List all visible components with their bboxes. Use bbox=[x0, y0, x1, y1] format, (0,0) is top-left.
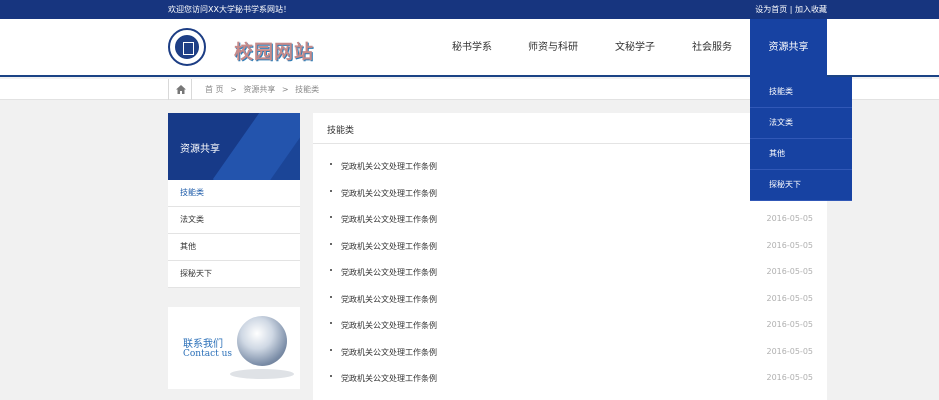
bullet-icon bbox=[330, 163, 332, 165]
contact-us-banner[interactable]: 联系我们 Contact us bbox=[168, 307, 300, 389]
article-date: 2016-05-05 bbox=[766, 373, 814, 382]
article-date: 2016-05-05 bbox=[766, 267, 814, 276]
resources-dropdown: 技能类 法文类 其他 探秘天下 bbox=[750, 77, 852, 201]
bullet-icon bbox=[330, 295, 332, 298]
article-row[interactable]: 党政机关公文处理工作条例 2016-05-05 bbox=[313, 365, 827, 392]
article-row[interactable]: 党政机关公文处理工作条例 2016-05-05 bbox=[313, 233, 827, 260]
breadcrumb-resources[interactable]: 资源共享 bbox=[243, 85, 275, 94]
article-date: 2016-05-05 bbox=[766, 214, 814, 223]
top-bar: 欢迎您访问XX大学秘书学系网站！ 设为首页 | 加入收藏 bbox=[0, 0, 939, 19]
article-date: 2016-05-05 bbox=[766, 346, 814, 356]
article-title[interactable]: 党政机关公文处理工作条例 bbox=[341, 320, 437, 331]
article-row[interactable]: 党政机关公文处理工作条例 2016-05-05 bbox=[313, 339, 827, 366]
nav-item-faculty-research[interactable]: 师资与科研 bbox=[521, 19, 585, 77]
home-icon bbox=[176, 85, 186, 94]
article-date: 2016-05-05 bbox=[766, 320, 814, 329]
dropdown-item-legal[interactable]: 法文类 bbox=[750, 108, 852, 139]
sidebar-item-skills[interactable]: 技能类 bbox=[168, 180, 300, 207]
nav-item-secretary-dept[interactable]: 秘书学系 bbox=[444, 19, 500, 77]
nav-item-resources[interactable]: 资源共享 bbox=[750, 19, 827, 77]
breadcrumb-separator: > bbox=[230, 85, 237, 94]
breadcrumb: 首 页 > 资源共享 > 技能类 bbox=[205, 84, 323, 95]
nav-item-students[interactable]: 文秘学子 bbox=[607, 19, 663, 77]
panel-title: 技能类 bbox=[327, 126, 355, 136]
sidebar-item-other[interactable]: 其他 bbox=[168, 234, 300, 261]
breadcrumb-home[interactable]: 首 页 bbox=[205, 85, 224, 94]
sidebar-header: 资源共享 bbox=[168, 113, 300, 180]
contact-us-en: Contact us bbox=[183, 349, 233, 359]
main-nav: 秘书学系 师资与科研 文秘学子 社会服务 资源共享 bbox=[0, 19, 939, 77]
article-row[interactable]: 党政机关公文处理工作条例 2016-05-05 bbox=[313, 259, 827, 286]
dropdown-item-skills[interactable]: 技能类 bbox=[750, 77, 852, 108]
article-title[interactable]: 党政机关公文处理工作条例 bbox=[341, 294, 437, 305]
breadcrumb-separator: > bbox=[281, 85, 289, 94]
bullet-icon bbox=[330, 375, 332, 377]
bullet-icon bbox=[330, 242, 332, 245]
contact-us-cn: 联系我们 bbox=[183, 339, 223, 350]
article-row[interactable]: 党政机关公文处理工作条例 2016-05-05 bbox=[313, 286, 827, 313]
bullet-icon bbox=[330, 322, 332, 324]
globe-shadow bbox=[230, 369, 294, 379]
article-date: 2016-05-05 bbox=[766, 293, 814, 303]
article-title[interactable]: 党政机关公文处理工作条例 bbox=[341, 161, 437, 172]
article-row[interactable]: 党政机关公文处理工作条例 2016-05-05 bbox=[313, 312, 827, 339]
article-title[interactable]: 党政机关公文处理工作条例 bbox=[341, 188, 437, 199]
sidebar-menu: 技能类 法文类 其他 探秘天下 bbox=[168, 180, 300, 288]
sidebar-item-explore[interactable]: 探秘天下 bbox=[168, 261, 300, 288]
bullet-icon bbox=[330, 189, 332, 192]
sidebar-title: 资源共享 bbox=[180, 144, 220, 155]
bullet-icon bbox=[330, 269, 332, 271]
welcome-text: 欢迎您访问XX大学秘书学系网站！ bbox=[168, 5, 291, 14]
article-row[interactable]: 党政机关公文处理工作条例 2016-05-05 bbox=[313, 206, 827, 233]
article-title[interactable]: 党政机关公文处理工作条例 bbox=[341, 241, 437, 252]
article-title[interactable]: 党政机关公文处理工作条例 bbox=[341, 214, 437, 225]
breadcrumb-current: 技能类 bbox=[295, 85, 320, 94]
dropdown-item-explore[interactable]: 探秘天下 bbox=[750, 170, 852, 201]
top-links[interactable]: 设为首页 | 加入收藏 bbox=[755, 4, 827, 15]
bullet-icon bbox=[330, 348, 332, 351]
article-title[interactable]: 党政机关公文处理工作条例 bbox=[341, 267, 437, 278]
bullet-icon bbox=[330, 216, 332, 218]
home-button[interactable] bbox=[168, 79, 192, 100]
article-date: 2016-05-05 bbox=[766, 240, 814, 250]
article-title[interactable]: 党政机关公文处理工作条例 bbox=[341, 373, 437, 384]
article-title[interactable]: 党政机关公文处理工作条例 bbox=[341, 347, 437, 358]
globe-icon bbox=[237, 316, 287, 366]
dropdown-item-other[interactable]: 其他 bbox=[750, 139, 852, 170]
sidebar-item-legal[interactable]: 法文类 bbox=[168, 207, 300, 234]
nav-item-social-service[interactable]: 社会服务 bbox=[684, 19, 740, 77]
